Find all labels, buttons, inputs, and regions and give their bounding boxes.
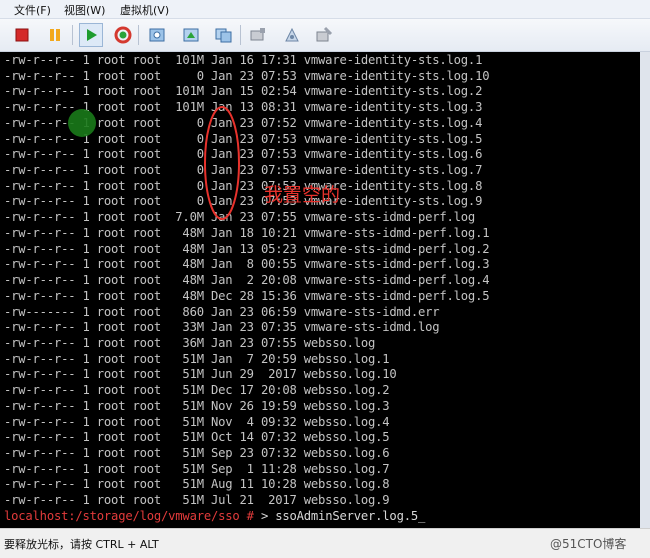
cursor-release-hint: 要释放光标，请按 CTRL + ALT xyxy=(4,538,159,551)
settings-button[interactable] xyxy=(280,23,304,47)
terminal-line: -rw-r--r-- 1 root root 51M Aug 11 10:28 … xyxy=(4,477,390,492)
toolbar-separator xyxy=(72,25,73,45)
toolbar xyxy=(0,19,650,52)
prompt-command: > ssoAdminServer.log.5_ xyxy=(260,508,426,523)
install-tools-button[interactable] xyxy=(312,23,336,47)
terminal-line: -rw-r--r-- 1 root root 51M Nov 26 19:59 … xyxy=(4,398,390,413)
menu-view[interactable]: 视图(W) xyxy=(64,2,105,18)
toolbar-separator xyxy=(240,25,241,45)
terminal-prompt: localhost:/storage/log/vmware/sso # > ss… xyxy=(4,509,489,525)
terminal-line: -rw-r--r-- 1 root root 0 Jan 23 07:53 vm… xyxy=(4,147,483,162)
install-tools-icon xyxy=(316,26,333,42)
vertical-scrollbar[interactable] xyxy=(640,52,650,528)
settings-icon xyxy=(285,27,299,42)
send-ctrl-alt-del-icon xyxy=(250,28,265,41)
prompt-host: localhost:/storage/log/vmware/sso # xyxy=(4,508,261,523)
terminal-line: -rw-r--r-- 1 root root 51M Sep 1 11:28 w… xyxy=(4,461,390,476)
terminal-line: -rw-r--r-- 1 root root 48M Jan 2 20:08 v… xyxy=(4,273,490,288)
terminal-output: -rw-r--r-- 1 root root 101M Jan 16 17:31… xyxy=(4,53,490,525)
terminal-line: -rw-r--r-- 1 root root 101M Jan 15 02:54… xyxy=(4,84,483,99)
toolbar-separator xyxy=(138,25,139,45)
terminal-line: -rw-r--r-- 1 root root 0 Jan 23 07:53 vm… xyxy=(4,131,483,146)
play-icon xyxy=(87,29,97,41)
reset-icon xyxy=(114,26,132,44)
terminal-line: -rw-r--r-- 1 root root 48M Jan 8 00:55 v… xyxy=(4,257,490,272)
watermark: @51CTO博客 xyxy=(550,537,627,551)
stop-icon xyxy=(15,28,29,42)
terminal-line: -rw-r--r-- 1 root root 0 Jan 23 07:53 vm… xyxy=(4,68,490,83)
terminal-line: -rw-r--r-- 1 root root 7.0M Jan 23 07:55… xyxy=(4,210,476,225)
send-ctrl-alt-del-button[interactable] xyxy=(246,23,270,47)
snapshot-restore-button[interactable] xyxy=(179,23,203,47)
pause-icon xyxy=(50,29,60,41)
snapshot-button[interactable] xyxy=(145,23,169,47)
terminal-line: -rw-r--r-- 1 root root 0 Jan 23 07:52 vm… xyxy=(4,115,483,130)
terminal-line: -rw-r--r-- 1 root root 51M Jan 7 20:59 w… xyxy=(4,351,390,366)
terminal-line: -rw-r--r-- 1 root root 33M Jan 23 07:35 … xyxy=(4,320,440,335)
vm-console[interactable]: -rw-r--r-- 1 root root 101M Jan 16 17:31… xyxy=(0,52,640,528)
terminal-line: -rw-r--r-- 1 root root 48M Jan 18 10:21 … xyxy=(4,225,490,240)
terminal-line: -rw-r--r-- 1 root root 51M Jul 21 2017 w… xyxy=(4,493,390,508)
reset-button[interactable] xyxy=(111,23,135,47)
snapshot-icon xyxy=(149,28,165,42)
snapshot-manager-icon xyxy=(215,28,232,43)
terminal-line: -rw-r--r-- 1 root root 51M Oct 14 07:32 … xyxy=(4,430,390,445)
snapshot-restore-icon xyxy=(183,28,199,42)
status-bar: 要释放光标，请按 CTRL + ALT @51CTO博客 xyxy=(0,528,650,558)
terminal-line: -rw-r--r-- 1 root root 0 Jan 23 07:53 vm… xyxy=(4,163,483,178)
terminal-line: -rw-r--r-- 1 root root 51M Nov 4 09:32 w… xyxy=(4,414,390,429)
terminal-line: -rw-r--r-- 1 root root 0 Jan 23 07:53 vm… xyxy=(4,194,483,209)
menu-file[interactable]: 文件(F) xyxy=(14,2,51,18)
terminal-line: -rw-r--r-- 1 root root 101M Jan 13 08:31… xyxy=(4,100,483,115)
terminal-line: -rw-r--r-- 1 root root 48M Jan 13 05:23 … xyxy=(4,241,490,256)
snapshot-manager-button[interactable] xyxy=(212,23,236,47)
terminal-line: -rw-r--r-- 1 root root 101M Jan 16 17:31… xyxy=(4,53,483,67)
terminal-line: -rw-r--r-- 1 root root 36M Jan 23 07:55 … xyxy=(4,335,376,350)
terminal-line: -rw-r--r-- 1 root root 51M Dec 17 20:08 … xyxy=(4,383,390,398)
stop-button[interactable] xyxy=(10,23,34,47)
terminal-line: -rw-r--r-- 1 root root 48M Dec 28 15:36 … xyxy=(4,288,490,303)
menu-vm[interactable]: 虚拟机(V) xyxy=(120,2,169,18)
terminal-line: -rw-r--r-- 1 root root 51M Sep 23 07:32 … xyxy=(4,445,390,460)
pause-button[interactable] xyxy=(43,23,67,47)
menu-bar: 文件(F) 视图(W) 虚拟机(V) xyxy=(0,0,650,19)
play-button[interactable] xyxy=(79,23,103,47)
terminal-line: -rw-r--r-- 1 root root 0 Jan 23 07:53 vm… xyxy=(4,178,483,193)
terminal-line: -rw-r--r-- 1 root root 51M Jun 29 2017 w… xyxy=(4,367,397,382)
terminal-line: -rw------- 1 root root 860 Jan 23 06:59 … xyxy=(4,304,440,319)
